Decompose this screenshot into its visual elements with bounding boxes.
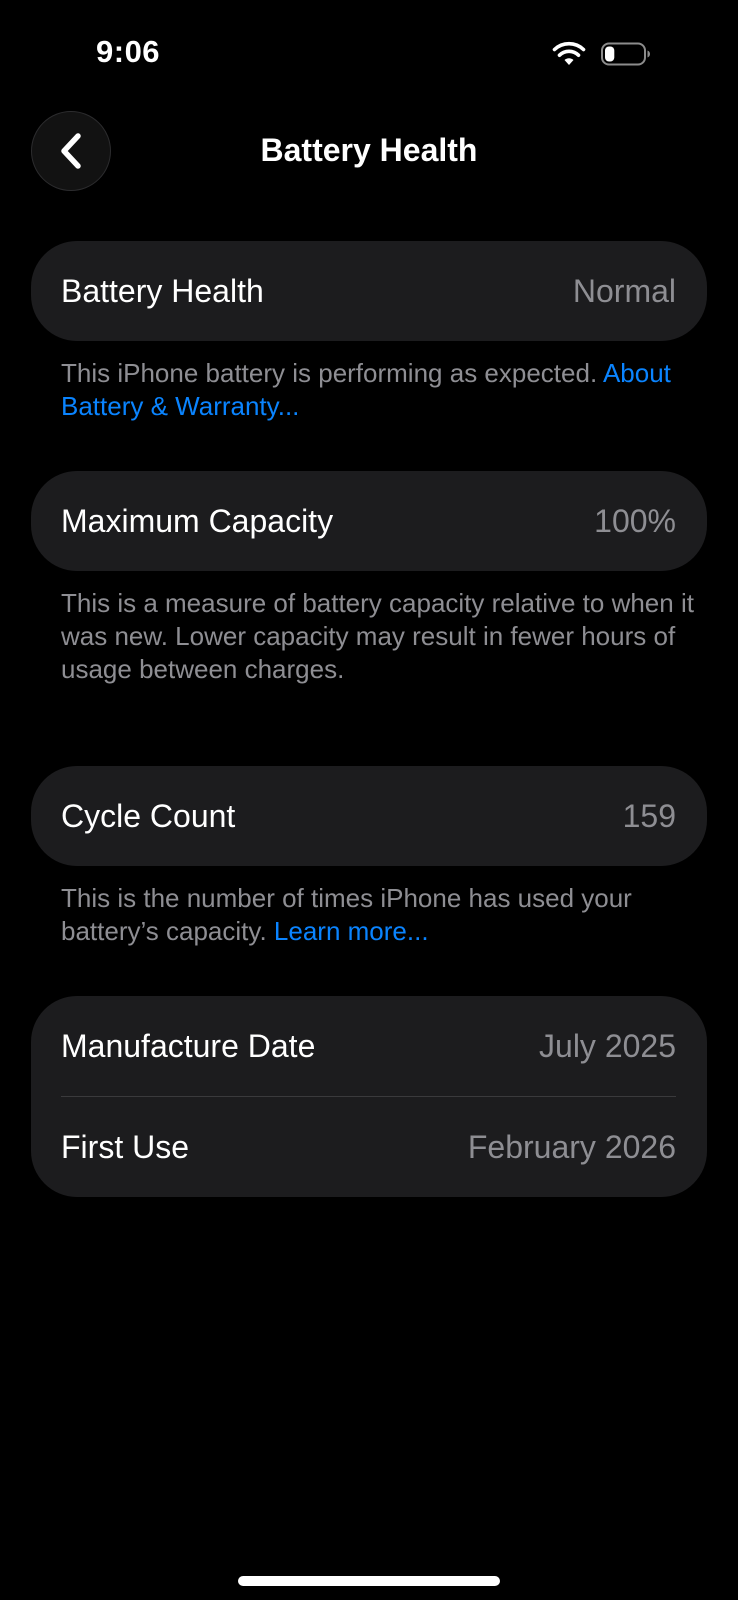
navigation-bar: Battery Health: [0, 108, 738, 194]
cycle-count-footnote: This is the number of times iPhone has u…: [61, 882, 701, 948]
cycle-count-value: 159: [622, 797, 676, 834]
cycle-count-row: Cycle Count 159: [31, 766, 707, 866]
manufacture-date-row: Manufacture Date July 2025: [31, 996, 707, 1096]
manufacture-date-value: July 2025: [539, 1027, 676, 1064]
dates-card: Manufacture Date July 2025 First Use Feb…: [31, 996, 707, 1197]
wifi-icon: [552, 41, 586, 65]
first-use-value: February 2026: [467, 1128, 676, 1165]
home-indicator[interactable]: [238, 1576, 500, 1586]
battery-fill: [605, 46, 615, 62]
battery-health-value: Normal: [572, 272, 676, 309]
battery-health-footnote-text: This iPhone battery is performing as exp…: [61, 358, 603, 388]
battery-health-label: Battery Health: [61, 272, 264, 309]
battery-health-card: Battery Health Normal: [31, 241, 707, 341]
battery-health-row: Battery Health Normal: [31, 241, 707, 341]
maximum-capacity-card: Maximum Capacity 100%: [31, 471, 707, 571]
maximum-capacity-value: 100%: [594, 502, 676, 539]
page-title: Battery Health: [260, 132, 478, 168]
maximum-capacity-row: Maximum Capacity 100%: [31, 471, 707, 571]
maximum-capacity-label: Maximum Capacity: [61, 502, 334, 539]
manufacture-date-label: Manufacture Date: [61, 1027, 316, 1064]
status-time: 9:06: [96, 34, 161, 69]
maximum-capacity-footnote: This is a measure of battery capacity re…: [61, 588, 694, 684]
cycle-count-card: Cycle Count 159: [31, 766, 707, 866]
learn-more-link[interactable]: Learn more...: [274, 916, 429, 946]
battery-health-footnote: This iPhone battery is performing as exp…: [61, 357, 701, 423]
status-bar: 9:06: [0, 0, 738, 100]
first-use-row: First Use February 2026: [31, 1097, 707, 1197]
first-use-label: First Use: [61, 1128, 189, 1165]
cycle-count-label: Cycle Count: [61, 797, 236, 834]
battery-icon: [601, 42, 650, 66]
